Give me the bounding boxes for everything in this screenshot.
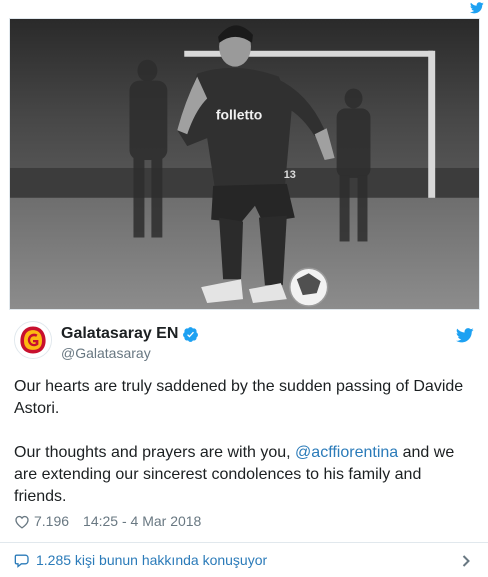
author-avatar[interactable] (14, 321, 52, 359)
twitter-bird-icon[interactable] (470, 2, 484, 14)
author-name-row[interactable]: Galatasaray EN (61, 325, 199, 343)
heart-icon[interactable] (14, 514, 30, 529)
tweet-paragraph: Our hearts are truly saddened by the sud… (14, 378, 464, 417)
tweet-meta: 7.196 14:25 - 4 Mar 2018 (14, 513, 201, 529)
chevron-right-icon[interactable] (462, 555, 470, 567)
author-handle[interactable]: @Galatasaray (61, 345, 151, 361)
conversation-label[interactable]: 1.285 kişi bunun hakkında konuşuyor (36, 552, 267, 568)
tweet-photo[interactable]: folletto 13 (9, 18, 480, 310)
conversation-link[interactable]: 1.285 kişi bunun hakkında konuşuyor (0, 543, 488, 577)
verified-badge-icon (183, 326, 199, 342)
mention-link[interactable]: @acffiorentina (295, 444, 398, 461)
tweet-header: Galatasaray EN @Galatasaray (14, 320, 476, 366)
author-display-name[interactable]: Galatasaray EN (61, 325, 178, 343)
shirt-sponsor-text: folletto (216, 106, 262, 122)
tweet-text-segment: Our thoughts and prayers are with you, (14, 444, 296, 461)
tweet-timestamp[interactable]: 14:25 - 4 Mar 2018 (83, 513, 201, 529)
embedded-tweet-card: folletto 13 Galatasaray EN @Galatasaray (0, 0, 488, 577)
shirt-number-text: 13 (284, 169, 296, 181)
galatasaray-crest-icon (15, 322, 51, 358)
tweet-paragraph: Our thoughts and prayers are with you, @… (14, 442, 474, 508)
like-count[interactable]: 7.196 (34, 513, 69, 529)
tweet-body: Our hearts are truly saddened by the sud… (14, 376, 474, 508)
twitter-bird-icon[interactable] (456, 328, 474, 343)
speech-bubble-icon (14, 554, 29, 568)
